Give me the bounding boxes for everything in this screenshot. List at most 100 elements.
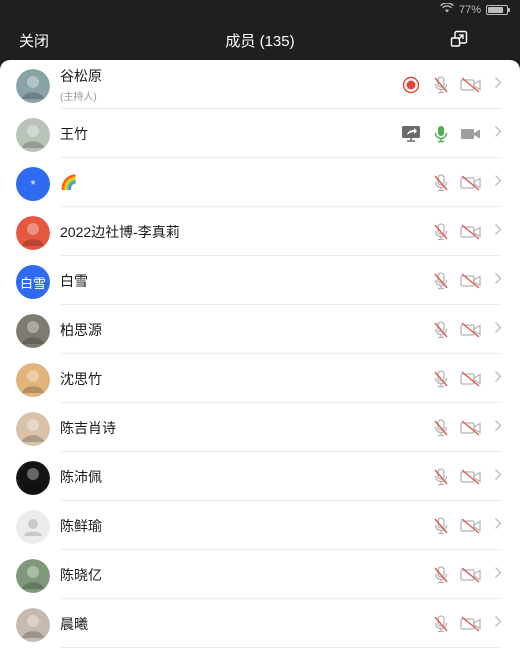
microphone-muted-icon[interactable]: [430, 319, 452, 341]
member-status-icons: [422, 550, 506, 599]
member-name: 王竹: [60, 125, 88, 142]
microphone-muted-icon[interactable]: [430, 515, 452, 537]
chevron-right-icon[interactable]: [494, 174, 506, 192]
chevron-right-icon[interactable]: [494, 468, 506, 486]
chevron-right-icon[interactable]: [494, 272, 506, 290]
member-name-block: 谷松原 (主持人): [60, 60, 102, 109]
microphone-muted-icon[interactable]: [430, 613, 452, 635]
microphone-muted-icon[interactable]: [430, 368, 452, 390]
avatar: [16, 461, 50, 495]
member-name-block: 沈思竹: [60, 354, 102, 403]
member-name: 晨曦: [60, 615, 88, 632]
member-row[interactable]: 白雪 白雪: [0, 256, 520, 305]
camera-off-icon[interactable]: [460, 613, 482, 635]
avatar: [16, 510, 50, 544]
avatar: *: [16, 167, 50, 201]
camera-off-icon[interactable]: [460, 368, 482, 390]
member-status-icons: [422, 403, 506, 452]
avatar: [16, 412, 50, 446]
chevron-right-icon[interactable]: [494, 223, 506, 241]
camera-off-icon[interactable]: [460, 74, 482, 96]
row-divider: [60, 647, 502, 648]
microphone-muted-icon[interactable]: [430, 417, 452, 439]
avatar: [16, 608, 50, 642]
chevron-right-icon[interactable]: [494, 419, 506, 437]
member-name: 沈思竹: [60, 370, 102, 387]
member-status-icons: [392, 109, 506, 158]
camera-off-icon[interactable]: [460, 515, 482, 537]
camera-icon[interactable]: [460, 123, 482, 145]
chevron-right-icon[interactable]: [494, 517, 506, 535]
microphone-muted-icon[interactable]: [430, 172, 452, 194]
member-name-block: 🌈: [60, 158, 77, 207]
member-name-block: 陈鲜瑜: [60, 501, 102, 550]
avatar: [16, 559, 50, 593]
camera-off-icon[interactable]: [460, 466, 482, 488]
member-row[interactable]: 晨曦: [0, 599, 520, 648]
member-name-block: 2022边社博-李真莉: [60, 207, 180, 256]
chevron-right-icon[interactable]: [494, 566, 506, 584]
avatar: [16, 118, 50, 152]
microphone-muted-icon[interactable]: [430, 74, 452, 96]
minimize-window-icon[interactable]: [450, 30, 468, 48]
chevron-right-icon[interactable]: [494, 321, 506, 339]
microphone-muted-icon[interactable]: [430, 466, 452, 488]
chevron-right-icon[interactable]: [494, 370, 506, 388]
member-row[interactable]: 陈吉肖诗: [0, 403, 520, 452]
member-name: 🌈: [60, 174, 78, 190]
microphone-muted-icon[interactable]: [430, 221, 452, 243]
chevron-right-icon[interactable]: [494, 76, 506, 94]
member-status-icons: [422, 305, 506, 354]
member-row[interactable]: 王竹: [0, 109, 520, 158]
member-role: (主持人): [60, 92, 97, 103]
battery-icon: [486, 4, 510, 15]
member-name: 陈鲜瑜: [60, 517, 102, 534]
member-name: 2022边社博-李真莉: [60, 223, 180, 240]
member-name-block: 白雪: [60, 256, 88, 305]
member-list: 谷松原 (主持人) 王竹 * 🌈 2022边社博-李真莉 白雪 白雪 柏思源 沈思竹 陈吉肖诗 陈沛佩…: [0, 60, 520, 659]
avatar: [16, 216, 50, 250]
avatar: [16, 314, 50, 348]
member-status-icons: [422, 256, 506, 305]
member-row[interactable]: 柏思源: [0, 305, 520, 354]
member-name: 柏思源: [60, 321, 102, 338]
member-status-icons: [422, 501, 506, 550]
camera-off-icon[interactable]: [460, 270, 482, 292]
header-bar: 关闭 成员 (135): [0, 20, 520, 60]
member-status-icons: [422, 452, 506, 501]
member-row[interactable]: 陈沛佩: [0, 452, 520, 501]
member-row[interactable]: 2022边社博-李真莉: [0, 207, 520, 256]
member-row[interactable]: 陈晓亿: [0, 550, 520, 599]
camera-off-icon[interactable]: [460, 172, 482, 194]
microphone-muted-icon[interactable]: [430, 270, 452, 292]
battery-percent: 77%: [458, 3, 481, 16]
member-row[interactable]: 陈鲜瑜: [0, 501, 520, 550]
microphone-icon[interactable]: [430, 123, 452, 145]
microphone-muted-icon[interactable]: [430, 564, 452, 586]
member-status-icons: [422, 354, 506, 403]
screen-share-icon: [400, 123, 422, 145]
member-name: 陈晓亿: [60, 566, 102, 583]
member-row[interactable]: * 🌈: [0, 158, 520, 207]
member-name-block: 陈吉肖诗: [60, 403, 116, 452]
chevron-right-icon[interactable]: [494, 615, 506, 633]
chevron-right-icon[interactable]: [494, 125, 506, 143]
avatar: [16, 363, 50, 397]
avatar: [16, 69, 50, 103]
camera-off-icon[interactable]: [460, 221, 482, 243]
member-row[interactable]: 沈思竹: [0, 354, 520, 403]
camera-off-icon[interactable]: [460, 417, 482, 439]
member-status-icons: [392, 60, 506, 109]
member-row[interactable]: 谷松原 (主持人): [0, 60, 520, 109]
avatar-initials: *: [30, 176, 36, 192]
camera-off-icon[interactable]: [460, 319, 482, 341]
page-title: 成员 (135): [225, 33, 295, 50]
avatar: 白雪: [16, 265, 50, 299]
member-name-block: 陈沛佩: [60, 452, 102, 501]
wifi-icon: [440, 2, 454, 16]
camera-off-icon[interactable]: [460, 564, 482, 586]
member-name-block: 柏思源: [60, 305, 102, 354]
battery-fill: [488, 6, 503, 13]
member-name: 白雪: [60, 272, 88, 289]
status-indicators: 77%: [440, 2, 510, 16]
